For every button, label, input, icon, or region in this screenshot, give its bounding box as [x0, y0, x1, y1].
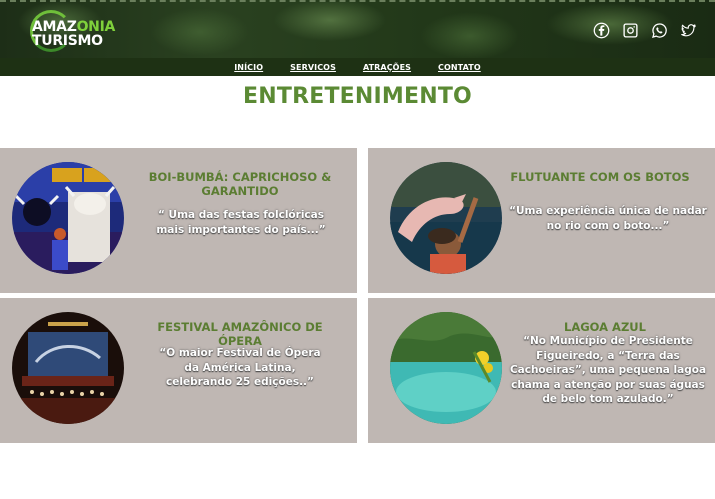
botos-photo — [390, 162, 502, 274]
nav-item-contato[interactable]: CONTATO — [438, 63, 481, 72]
site-header: AMAZONIA TURISMO — [0, 0, 715, 58]
card-title: LAGOA AZUL — [564, 320, 646, 334]
card-flutuante-botos[interactable]: FLUTUANTE COM OS BOTOS “Uma experiência … — [368, 148, 715, 293]
card-description: “No Município de Presidente Figueiredo, … — [509, 335, 707, 405]
nav-item-servicos[interactable]: SERVICOS — [290, 63, 336, 72]
card-title: FESTIVAL AMAZÔNICO DE ÓPERA — [157, 320, 323, 348]
twitter-icon[interactable] — [680, 22, 697, 39]
brand-logo[interactable]: AMAZONIA TURISMO — [30, 10, 120, 52]
card-boi-bumba[interactable]: BOI-BUMBÁ: CAPRICHOSO & GARANTIDO “ Uma … — [0, 148, 357, 293]
instagram-icon[interactable] — [622, 22, 639, 39]
page-title: ENTRETENIMENTO — [243, 84, 472, 109]
card-lagoa-azul[interactable]: LAGOA AZUL “No Município de Presidente F… — [368, 298, 715, 443]
logo-text-line2: TURISMO — [32, 33, 103, 49]
social-links — [593, 22, 697, 39]
card-description: “Uma experiência única de nadar no rio c… — [509, 205, 707, 232]
lagoa-azul-photo — [390, 312, 502, 424]
card-title: FLUTUANTE COM OS BOTOS — [510, 170, 690, 184]
boi-bumba-photo — [12, 162, 124, 274]
card-description: “O maior Festival de Ópera da América La… — [159, 347, 321, 388]
card-festival-opera[interactable]: FESTIVAL AMAZÔNICO DE ÓPERA “O maior Fes… — [0, 298, 357, 443]
main-nav: INÍCIO SERVICOS ATRAÇÕES CONTATO — [0, 58, 715, 76]
nav-item-inicio[interactable]: INÍCIO — [234, 63, 263, 72]
opera-photo — [12, 312, 124, 424]
whatsapp-icon[interactable] — [651, 22, 668, 39]
facebook-icon[interactable] — [593, 22, 610, 39]
card-description: “ Uma das festas folclóricas mais import… — [156, 209, 326, 236]
card-title: BOI-BUMBÁ: CAPRICHOSO & GARANTIDO — [148, 170, 332, 198]
nav-item-atracoes[interactable]: ATRAÇÕES — [363, 63, 411, 72]
